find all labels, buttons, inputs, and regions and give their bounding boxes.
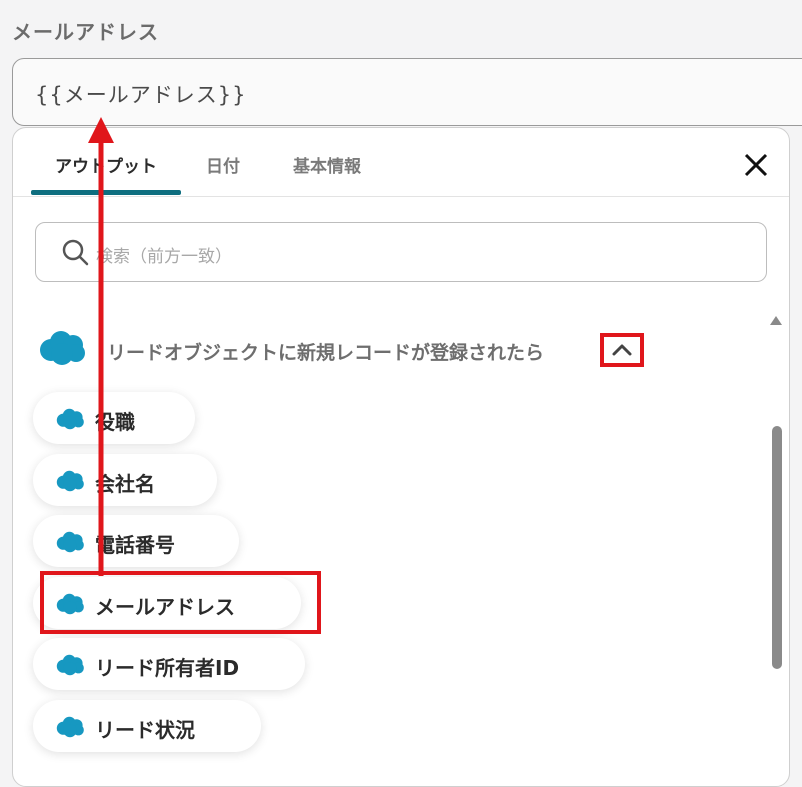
salesforce-cloud-icon	[56, 408, 84, 430]
search-icon	[62, 239, 89, 266]
group-header: リードオブジェクトに新規レコードが登録されたら	[37, 328, 677, 372]
output-item-email[interactable]: メールアドレス	[33, 577, 301, 629]
search-placeholder: 検索（前方一致）	[96, 247, 232, 267]
output-item-phone[interactable]: 電話番号	[33, 515, 239, 567]
group-title: リードオブジェクトに新規レコードが登録されたら	[107, 342, 545, 364]
tab-bar: アウトプット 日付 基本情報	[13, 128, 789, 197]
search-input[interactable]: 検索（前方一致）	[35, 222, 767, 282]
tab-date[interactable]: 日付	[206, 152, 240, 177]
scroll-up-arrow-icon[interactable]	[769, 315, 783, 327]
output-item-label: 電話番号	[95, 533, 175, 557]
output-item-label: メールアドレス	[95, 595, 235, 619]
chevron-up-icon	[612, 344, 632, 356]
output-item-company[interactable]: 会社名	[33, 454, 217, 506]
output-item-label: リード状況	[95, 718, 195, 742]
salesforce-cloud-icon	[56, 593, 84, 615]
tab-basic-info[interactable]: 基本情報	[293, 152, 361, 177]
close-icon	[744, 153, 768, 177]
email-field[interactable]: {{メールアドレス}}	[12, 58, 802, 126]
output-item-lead-status[interactable]: リード状況	[33, 700, 261, 752]
scrollbar-thumb[interactable]	[772, 426, 782, 669]
output-item-title[interactable]: 役職	[33, 392, 195, 444]
salesforce-cloud-icon	[40, 331, 85, 365]
tab-output[interactable]: アウトプット	[55, 152, 157, 177]
collapse-group-button[interactable]	[600, 333, 644, 367]
salesforce-cloud-icon	[56, 531, 84, 553]
salesforce-cloud-icon	[56, 654, 84, 676]
salesforce-cloud-icon	[56, 716, 84, 738]
output-item-label: 役職	[95, 410, 135, 434]
salesforce-cloud-icon	[56, 470, 84, 492]
active-tab-indicator	[31, 190, 181, 195]
output-item-label: リード所有者ID	[95, 656, 240, 680]
output-item-lead-owner-id[interactable]: リード所有者ID	[33, 638, 305, 690]
output-item-label: 会社名	[95, 472, 155, 496]
close-button[interactable]	[741, 150, 771, 180]
field-label: メールアドレス	[12, 20, 159, 44]
